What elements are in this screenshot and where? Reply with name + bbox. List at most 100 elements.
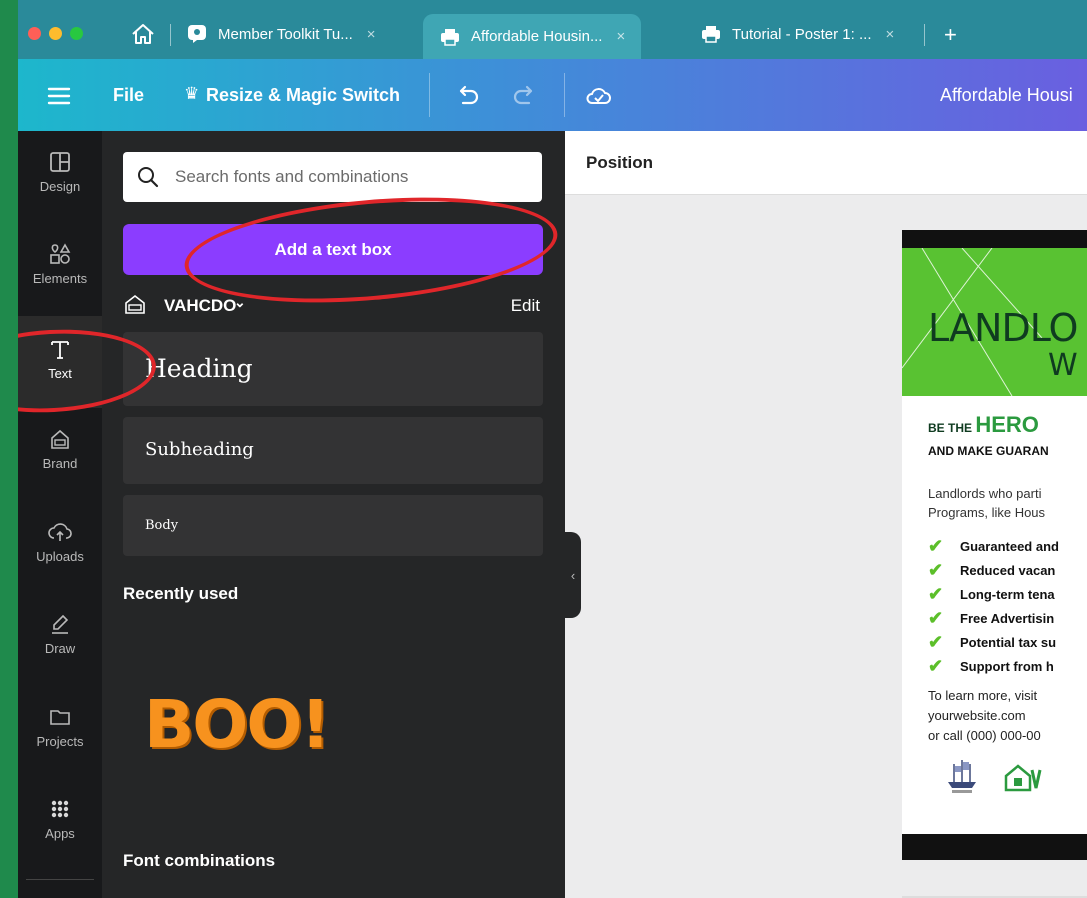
search-icon — [138, 167, 159, 188]
checkmark-icon: ✔ — [928, 655, 944, 676]
document-title[interactable]: Affordable Housi — [940, 85, 1073, 106]
close-tab-icon[interactable]: × — [367, 26, 376, 43]
maximize-window-button[interactable] — [70, 27, 83, 40]
benefit-text: Guaranteed and — [960, 538, 1059, 554]
home-icon[interactable] — [130, 22, 156, 46]
side-rail: Design Elements Text Brand Uploads Draw … — [18, 131, 102, 898]
checkmark-icon: ✔ — [928, 631, 944, 652]
list-item: ✔ Reduced vacan — [928, 558, 1059, 582]
crown-icon: ♛ — [184, 84, 200, 103]
house-logo-icon — [1004, 764, 1042, 792]
tab-tutorial-poster[interactable]: Tutorial - Poster 1: ... × — [700, 18, 894, 50]
minimize-window-button[interactable] — [49, 27, 62, 40]
design-canvas-area: Position LANDLO W BE THE HERO AND MAKE G… — [565, 131, 1087, 898]
collapse-panel-button[interactable]: ‹ — [565, 532, 581, 618]
website-line: yourwebsite.com — [928, 708, 1026, 723]
file-menu[interactable]: File — [113, 85, 144, 106]
canva-chat-icon — [186, 24, 208, 44]
body-label: Body — [145, 518, 179, 533]
close-tab-icon[interactable]: × — [886, 26, 895, 43]
rail-label: Draw — [44, 641, 76, 656]
poster-headline: LANDLO — [928, 306, 1078, 350]
resize-magic-switch-button[interactable]: Resize & Magic Switch — [206, 85, 400, 106]
rail-item-uploads[interactable]: Uploads — [18, 521, 102, 564]
brand-icon — [51, 429, 69, 449]
add-body-text-button[interactable]: Body — [123, 495, 543, 556]
tab-member-toolkit[interactable]: Member Toolkit Tu... × — [186, 18, 376, 50]
printer-icon — [439, 27, 461, 47]
close-window-button[interactable] — [28, 27, 41, 40]
poster-body: BE THE HERO AND MAKE GUARAN Landlords wh… — [902, 396, 1087, 834]
benefit-text: Potential tax su — [960, 634, 1057, 650]
tab-affordable-housing[interactable]: Affordable Housin... × — [423, 14, 642, 59]
upload-cloud-icon — [48, 523, 72, 541]
font-search-input[interactable] — [173, 166, 517, 188]
edit-brand-button[interactable]: Edit — [511, 296, 540, 316]
chevron-left-icon: ‹ — [570, 567, 576, 583]
toolbar-separator — [564, 73, 565, 117]
poster-page[interactable]: LANDLO W BE THE HERO AND MAKE GUARAN Lan… — [902, 230, 1087, 860]
tab-title: Affordable Housin... — [471, 28, 603, 45]
tab-title: Member Toolkit Tu... — [218, 25, 353, 43]
poster-contact: To learn more, visit yourwebsite.com or … — [928, 686, 1041, 746]
rail-label: Design — [39, 179, 81, 194]
rail-item-draw[interactable]: Draw — [18, 613, 102, 656]
brand-kit-icon — [125, 294, 145, 314]
close-tab-icon[interactable]: × — [616, 28, 625, 45]
benefit-text: Support from h — [960, 658, 1054, 674]
position-button[interactable]: Position — [586, 153, 653, 173]
redo-icon[interactable] — [510, 81, 540, 111]
layout-icon — [50, 152, 70, 172]
phone-line: or call (000) 000-00 — [928, 728, 1041, 743]
new-tab-button[interactable]: + — [944, 22, 957, 48]
add-subheading-button[interactable]: Subheading — [123, 417, 543, 484]
checkmark-icon: ✔ — [928, 607, 944, 628]
poster-benefits-list: ✔ Guaranteed and ✔ Reduced vacan ✔ Long-ter… — [928, 534, 1059, 678]
paragraph-line: Programs, like Hous — [928, 505, 1046, 520]
editor-toolbar: File ♛ Resize & Magic Switch Affordable … — [18, 59, 1087, 131]
benefit-text: Reduced vacan — [960, 562, 1056, 578]
list-item: ✔ Support from h — [928, 654, 1059, 678]
font-combinations-heading: Font combinations — [123, 851, 276, 870]
brand-kit-selector[interactable]: VAHCDO — [164, 296, 236, 316]
poster-headline-2: W — [1048, 348, 1078, 383]
ship-logo-icon — [948, 760, 976, 793]
folder-icon — [50, 710, 70, 725]
add-heading-button[interactable]: Heading — [123, 332, 543, 406]
list-item: ✔ Free Advertisin — [928, 606, 1059, 630]
rail-item-brand[interactable]: Brand — [18, 428, 102, 471]
rail-item-elements[interactable]: Elements — [18, 243, 102, 286]
undo-icon[interactable] — [452, 81, 482, 111]
tab-title: Tutorial - Poster 1: ... — [732, 25, 872, 43]
rail-label: Projects — [36, 734, 84, 749]
paragraph-line: Landlords who parti — [928, 486, 1042, 501]
poster-hero-line: BE THE HERO — [928, 412, 1039, 438]
subheading-label: Subheading — [145, 439, 254, 460]
draw-icon — [52, 614, 69, 634]
benefit-text: Free Advertisin — [960, 610, 1055, 626]
list-item: ✔ Long-term tena — [928, 582, 1059, 606]
learn-line: To learn more, visit — [928, 688, 1038, 703]
recent-font-sample[interactable]: BOO! — [144, 686, 331, 763]
font-search-box — [123, 152, 542, 202]
canva-editor: Member Toolkit Tu... × Affordable Housin… — [18, 0, 1087, 898]
browser-tab-bar: Member Toolkit Tu... × Affordable Housin… — [18, 0, 1087, 59]
hero-prefix: BE THE — [928, 421, 973, 435]
recently-used-heading: Recently used — [123, 584, 239, 603]
heading-label: Heading — [145, 354, 253, 383]
rail-divider — [26, 879, 94, 880]
poster-logos — [942, 756, 1046, 796]
tab-separator — [170, 24, 171, 46]
benefit-text: Long-term tena — [960, 586, 1055, 602]
hamburger-menu-icon[interactable] — [44, 81, 74, 111]
tab-separator — [924, 24, 925, 46]
printer-icon — [700, 24, 722, 44]
poster-header: LANDLO W — [902, 248, 1087, 396]
rail-item-projects[interactable]: Projects — [18, 706, 102, 749]
hero-word: HERO — [975, 412, 1039, 437]
cloud-saved-icon[interactable] — [584, 81, 614, 111]
rail-item-design[interactable]: Design — [18, 151, 102, 194]
poster-paragraph: Landlords who parti Programs, like Hous — [928, 484, 1045, 522]
rail-item-apps[interactable]: Apps — [18, 798, 102, 841]
toolbar-separator — [429, 73, 430, 117]
